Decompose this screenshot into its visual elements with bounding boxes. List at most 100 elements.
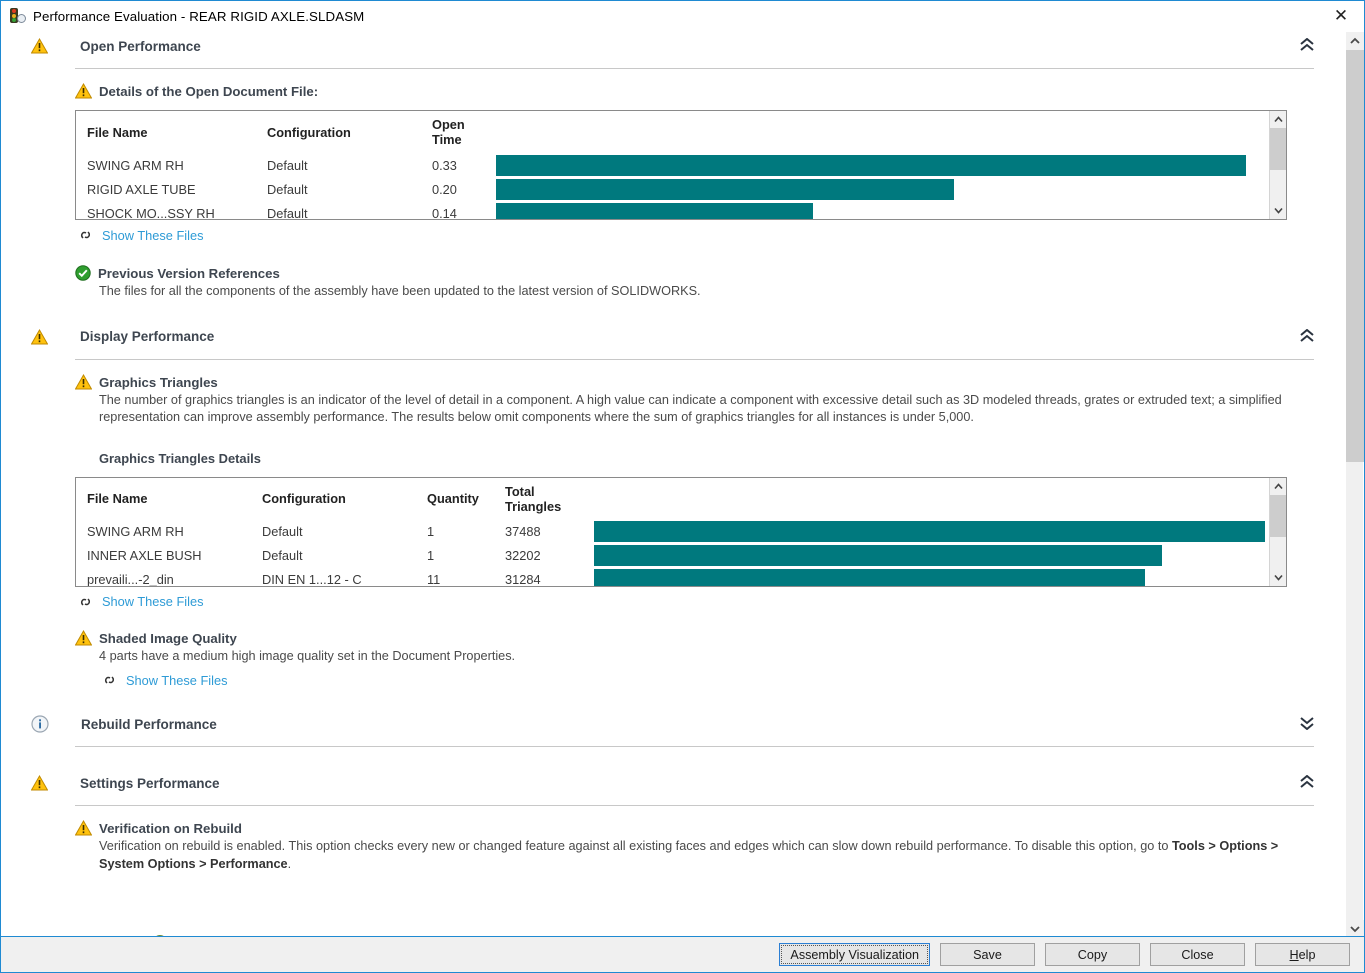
help-button[interactable]: Help xyxy=(1255,943,1350,966)
previous-version-text: The files for all the components of the … xyxy=(99,284,701,298)
open-time-table: File Name Configuration Open Time SWING … xyxy=(75,110,1287,220)
chain-link-icon xyxy=(79,594,95,610)
verification-on-rebuild-text: Verification on rebuild is enabled. This… xyxy=(75,838,1290,873)
main-scroll-thumb[interactable] xyxy=(1346,50,1364,462)
warning-icon xyxy=(75,629,92,646)
table-scrollbar[interactable] xyxy=(1269,477,1286,586)
cell-bar xyxy=(594,567,1269,586)
link-label: Show These Files xyxy=(126,672,228,688)
graphics-triangles-table-grid: File Name Configuration Quantity Total T… xyxy=(76,477,1269,586)
cell-file-name: SWING ARM RH xyxy=(76,519,251,544)
cell-configuration: Default xyxy=(251,543,416,568)
bar-open-time xyxy=(496,154,1246,176)
bar-open-time xyxy=(496,202,813,219)
cell-open-time: 0.33 xyxy=(421,153,496,177)
chevron-double-down-icon[interactable] xyxy=(1296,712,1318,734)
scroll-up-icon[interactable] xyxy=(1270,478,1286,495)
table-header-row: File Name Configuration Quantity Total T… xyxy=(76,477,1269,520)
sub-heading-label: Graphics Triangles xyxy=(99,374,218,390)
table-row[interactable]: RIGID AXLE TUBE Default 0.20 xyxy=(76,177,1269,201)
column-header-configuration: Configuration xyxy=(251,477,416,520)
section-title: Settings Performance xyxy=(80,775,220,791)
chain-link-icon xyxy=(103,672,119,688)
show-these-files-link-open[interactable]: Show These Files xyxy=(75,227,203,243)
scroll-down-icon[interactable] xyxy=(1270,569,1286,586)
chevron-double-up-icon[interactable] xyxy=(1296,34,1318,56)
scroll-up-icon[interactable] xyxy=(1270,111,1286,128)
column-header-configuration: Configuration xyxy=(256,111,421,153)
shaded-image-quality-text: 4 parts have a medium high image quality… xyxy=(99,648,516,663)
open-time-table-grid: File Name Configuration Open Time SWING … xyxy=(76,111,1269,219)
details-open-document-heading: Details of the Open Document File: xyxy=(75,83,1346,100)
warning-icon xyxy=(31,775,48,791)
verification-on-rebuild-heading: Verification on Rebuild xyxy=(75,820,1346,837)
sub-heading-label: Previous Version References xyxy=(98,266,280,281)
sub-heading-label: Details of the Open Document File: xyxy=(99,84,319,99)
link-label: Show These Files xyxy=(102,594,204,609)
column-header-open-time: Open Time xyxy=(421,111,496,153)
cell-quantity: 1 xyxy=(416,543,494,568)
scroll-up-icon[interactable] xyxy=(1346,32,1364,50)
sub-heading-label: Verification on Rebuild xyxy=(99,821,242,836)
table-row[interactable]: SWING ARM RH Default 1 37488 xyxy=(76,519,1269,544)
cell-configuration: Default xyxy=(256,177,421,201)
table-scrollbar[interactable] xyxy=(1269,111,1286,219)
cell-quantity: 11 xyxy=(416,567,494,586)
warning-icon xyxy=(31,38,48,54)
column-header-bar xyxy=(496,111,1269,153)
graphics-triangles-text: The number of graphics triangles is an i… xyxy=(99,392,1282,425)
cell-file-name: INNER AXLE BUSH xyxy=(76,543,251,568)
shaded-image-quality-heading: Shaded Image Quality xyxy=(75,629,1346,647)
show-these-files-link-triangles[interactable]: Show These Files xyxy=(75,594,203,610)
cell-file-name: RIGID AXLE TUBE xyxy=(76,177,256,201)
chevron-double-up-icon[interactable] xyxy=(1296,325,1318,347)
close-icon[interactable]: ✕ xyxy=(1324,3,1358,29)
cell-file-name: prevaili...-2_din xyxy=(76,567,251,586)
warning-icon xyxy=(75,820,92,836)
save-button[interactable]: Save xyxy=(940,943,1035,966)
section-divider xyxy=(75,358,1314,360)
copy-button[interactable]: Copy xyxy=(1045,943,1140,966)
title-bar: Performance Evaluation - REAR RIGID AXLE… xyxy=(1,1,1364,32)
cell-configuration: Default xyxy=(256,201,421,219)
cell-configuration: Default xyxy=(256,153,421,177)
cell-total-triangles: 31284 xyxy=(494,567,594,586)
cell-bar xyxy=(496,153,1269,177)
info-icon xyxy=(31,715,49,733)
show-these-files-link-shaded[interactable]: Show These Files xyxy=(99,672,227,688)
warning-icon xyxy=(31,328,48,345)
column-header-quantity: Quantity xyxy=(416,477,494,520)
cell-total-triangles: 37488 xyxy=(494,519,594,544)
table-row[interactable]: prevaili...-2_din DIN EN 1...12 - C 11 3… xyxy=(76,567,1269,586)
table-row[interactable]: SHOCK MO...SSY RH Default 0.14 xyxy=(76,201,1269,219)
graphics-triangles-details-title: Graphics Triangles Details xyxy=(99,450,261,466)
table-row[interactable]: SWING ARM RH Default 0.33 xyxy=(76,153,1269,177)
cell-file-name: SWING ARM RH xyxy=(76,153,256,177)
warning-icon xyxy=(75,373,92,390)
table-scroll-thumb[interactable] xyxy=(1270,494,1286,537)
performance-evaluation-dialog: Performance Evaluation - REAR RIGID AXLE… xyxy=(0,0,1365,973)
traffic-light-icon xyxy=(9,7,26,25)
section-settings-performance: Settings Performance xyxy=(1,769,1346,797)
cell-bar xyxy=(594,543,1269,568)
section-open-performance: Open Performance xyxy=(1,32,1346,60)
warning-icon xyxy=(75,83,92,99)
close-button[interactable]: Close xyxy=(1150,943,1245,966)
previous-version-references: Previous Version References xyxy=(75,265,1346,282)
chevron-double-up-icon[interactable] xyxy=(1296,771,1318,793)
table-row[interactable]: INNER AXLE BUSH Default 1 32202 xyxy=(76,543,1269,568)
table-scroll-thumb[interactable] xyxy=(1270,128,1286,170)
main-scrollbar[interactable] xyxy=(1345,32,1364,938)
sub-heading-label: Shaded Image Quality xyxy=(99,630,237,646)
cell-configuration: Default xyxy=(251,519,416,544)
chain-link-icon xyxy=(79,227,95,243)
section-rebuild-performance: Rebuild Performance xyxy=(1,710,1346,738)
verification-text-part2: . xyxy=(287,856,292,871)
section-divider xyxy=(75,68,1314,69)
display-performance-body: Graphics Triangles The number of graphic… xyxy=(1,373,1346,689)
bar-open-time xyxy=(496,178,954,200)
scroll-down-icon[interactable] xyxy=(1270,202,1286,219)
cell-open-time: 0.20 xyxy=(421,177,496,201)
cell-quantity: 1 xyxy=(416,519,494,544)
assembly-visualization-button[interactable]: Assembly Visualization xyxy=(779,943,930,966)
